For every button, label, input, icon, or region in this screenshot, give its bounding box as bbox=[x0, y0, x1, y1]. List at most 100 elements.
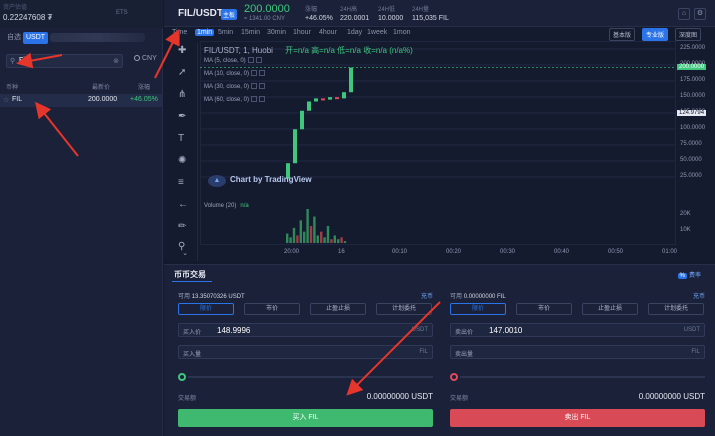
interval-1week[interactable]: 1week bbox=[367, 29, 387, 36]
home-icon[interactable]: ⌂ bbox=[678, 8, 690, 20]
radio-icon bbox=[134, 55, 140, 61]
view-pro-button[interactable]: 专业版 bbox=[642, 28, 669, 41]
title-underline bbox=[172, 281, 212, 282]
tab-market[interactable]: 市价 bbox=[516, 303, 572, 315]
brush-icon[interactable]: ✒ bbox=[178, 111, 186, 122]
sell-price-field[interactable]: 卖出价 147.0010 USDT bbox=[450, 323, 705, 337]
pattern-icon[interactable]: ✺ bbox=[178, 155, 186, 166]
interval-1mon[interactable]: 1mon bbox=[393, 29, 411, 36]
field-value[interactable]: 148.9996 bbox=[217, 326, 250, 335]
interval-1day[interactable]: 1day bbox=[347, 29, 362, 36]
interval-30min[interactable]: 30min bbox=[267, 29, 286, 36]
last-price-cny: ≈ 1341.00 CNY bbox=[244, 16, 285, 22]
sell-button[interactable]: 卖出 FIL bbox=[450, 409, 705, 427]
sell-deposit-link[interactable]: 充币 bbox=[693, 291, 705, 300]
cny-toggle[interactable]: CNY bbox=[134, 55, 157, 62]
tab-trigger[interactable]: 计划委托 bbox=[376, 303, 432, 315]
pitchfork-icon[interactable]: ⋔ bbox=[178, 89, 186, 100]
tab-stop[interactable]: 止盈止损 bbox=[310, 303, 366, 315]
slider-track[interactable] bbox=[188, 376, 433, 378]
tab-stop[interactable]: 止盈止损 bbox=[582, 303, 638, 315]
crosshair-icon[interactable]: ✚ bbox=[178, 45, 186, 56]
stat-label: 24H低 bbox=[378, 7, 396, 13]
volume-bar bbox=[286, 233, 289, 243]
ma-legend[interactable]: MA (60, close, 0) bbox=[204, 96, 266, 103]
candle bbox=[293, 129, 297, 164]
fib-icon[interactable]: ≡ bbox=[178, 177, 184, 188]
y-tick-label: 75.0000 bbox=[680, 141, 702, 147]
text-icon[interactable]: T bbox=[178, 133, 184, 144]
chevron-down-icon[interactable]: ⌄ bbox=[176, 249, 194, 260]
current-price-badge: 200.0000 bbox=[677, 63, 707, 70]
search-value[interactable]: Fil bbox=[19, 57, 26, 64]
close-icon[interactable] bbox=[259, 70, 266, 76]
account-summary: 资产估值 0.22247608 ₮ ETS bbox=[0, 0, 163, 28]
field-unit: USDT bbox=[411, 327, 428, 333]
chart-symbol-label[interactable]: FIL/USDT, 1, Huobi bbox=[204, 46, 273, 55]
volume-value: n/a bbox=[240, 203, 249, 209]
close-icon[interactable] bbox=[255, 57, 262, 63]
tab-usdt[interactable]: USDT bbox=[23, 32, 49, 44]
tab-favorites[interactable]: 自选 bbox=[4, 32, 24, 44]
ma-legend[interactable]: MA (10, close, 0) bbox=[204, 70, 266, 77]
ruler-icon[interactable]: ✏ bbox=[178, 221, 186, 232]
tab-trigger[interactable]: 计划委托 bbox=[648, 303, 704, 315]
close-icon[interactable] bbox=[259, 83, 266, 89]
interval-time[interactable]: Time bbox=[172, 29, 187, 36]
sell-order-tabs: 限价 市价 止盈止损 计划委托 bbox=[450, 303, 705, 315]
column-change[interactable]: 涨幅 bbox=[138, 82, 150, 91]
close-icon[interactable]: ⊗ bbox=[113, 57, 119, 65]
chart-panel: Time 1min 5min 15min 30min 1hour 4hour 1… bbox=[164, 27, 715, 261]
ma-legend[interactable]: MA (30, close, 0) bbox=[204, 83, 266, 90]
buy-amount-field[interactable]: 买入量 FIL bbox=[178, 345, 433, 359]
fee-link[interactable]: % 费率 bbox=[677, 270, 701, 279]
interval-1min[interactable]: 1min bbox=[195, 29, 215, 36]
ma-label: MA (10, close, 0) bbox=[204, 71, 250, 77]
stat-label: 24H高 bbox=[340, 7, 358, 13]
view-depth-button[interactable]: 深度图 bbox=[675, 28, 702, 41]
eye-icon[interactable] bbox=[251, 70, 258, 76]
sell-amount-field[interactable]: 卖出量 FIL bbox=[450, 345, 705, 359]
tab-market[interactable]: 市价 bbox=[244, 303, 300, 315]
slider-knob[interactable] bbox=[450, 373, 458, 381]
trade-title[interactable]: 币币交易 bbox=[174, 269, 206, 280]
ma-legend[interactable]: MA (5, close, 0) bbox=[204, 57, 262, 64]
field-label: 买入价 bbox=[183, 330, 202, 336]
stat-value: 10.0000 bbox=[378, 15, 404, 22]
buy-deposit-link[interactable]: 充币 bbox=[421, 291, 433, 300]
tab-limit[interactable]: 限价 bbox=[450, 303, 506, 315]
stat-value: +46.05% bbox=[305, 15, 333, 22]
view-basic-button[interactable]: 基本版 bbox=[609, 28, 636, 41]
volume-bar bbox=[326, 226, 330, 243]
interval-15min[interactable]: 15min bbox=[241, 29, 260, 36]
search-input[interactable]: ⚲ Fil ⊗ bbox=[6, 54, 123, 68]
interval-5min[interactable]: 5min bbox=[218, 29, 233, 36]
volume-legend: Volume (20) n/a bbox=[204, 203, 249, 209]
eye-icon[interactable] bbox=[247, 57, 254, 63]
buy-order-tabs: 限价 市价 止盈止损 计划委托 bbox=[178, 303, 433, 315]
trend-line-icon[interactable]: ➚ bbox=[178, 67, 186, 78]
interval-1hour[interactable]: 1hour bbox=[293, 29, 311, 36]
ma-label: MA (5, close, 0) bbox=[204, 58, 246, 64]
slider-track[interactable] bbox=[460, 376, 705, 378]
eye-icon[interactable] bbox=[251, 83, 258, 89]
volume-bar bbox=[309, 226, 313, 243]
ticker-header: FIL/USDT 主板 200.0000 ≈ 1341.00 CNY 涨幅 +4… bbox=[164, 0, 715, 27]
back-arrow-icon[interactable]: ← bbox=[178, 199, 188, 210]
tradingview-badge[interactable]: ▲ Chart by TradingView bbox=[208, 175, 312, 187]
buy-amount-slider[interactable] bbox=[178, 373, 433, 381]
field-value[interactable]: 147.0010 bbox=[489, 326, 522, 335]
tab-limit[interactable]: 限价 bbox=[178, 303, 234, 315]
slider-knob[interactable] bbox=[178, 373, 186, 381]
sell-amount-slider[interactable] bbox=[450, 373, 705, 381]
star-icon[interactable]: ☆ bbox=[3, 96, 9, 104]
buy-button[interactable]: 买入 FIL bbox=[178, 409, 433, 427]
column-pair[interactable]: 币种 bbox=[6, 82, 18, 91]
interval-4hour[interactable]: 4hour bbox=[319, 29, 337, 36]
column-price[interactable]: 最新价 bbox=[92, 82, 110, 91]
close-icon[interactable] bbox=[259, 96, 266, 102]
market-row[interactable]: ☆ FIL 200.0000 +46.05% bbox=[0, 94, 163, 107]
buy-price-field[interactable]: 买入价 148.9996 USDT bbox=[178, 323, 433, 337]
settings-icon[interactable]: ⚙ bbox=[694, 8, 706, 20]
eye-icon[interactable] bbox=[251, 96, 258, 102]
